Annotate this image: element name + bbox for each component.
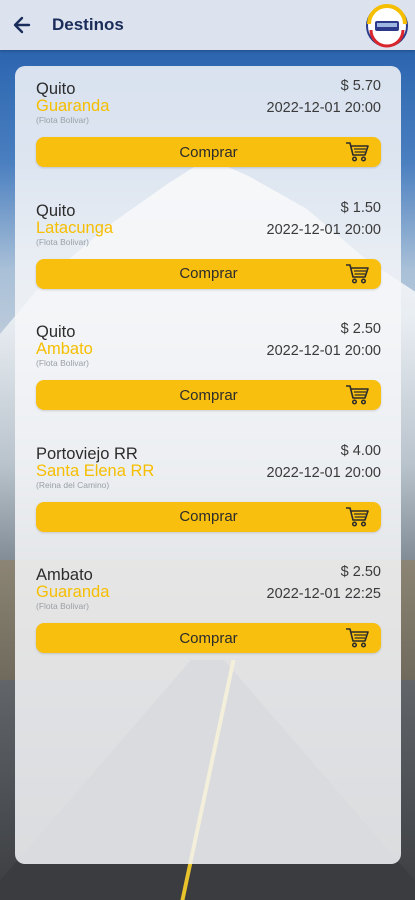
trip-datetime: 2022-12-01 20:00 bbox=[266, 221, 382, 238]
buy-button[interactable]: Comprar bbox=[36, 380, 381, 410]
trip-price: $ 2.50 bbox=[340, 321, 381, 337]
buy-button-label: Comprar bbox=[179, 386, 238, 404]
buy-button[interactable]: Comprar bbox=[36, 501, 381, 532]
buy-button-label: Comprar bbox=[179, 265, 238, 282]
back-button[interactable] bbox=[0, 0, 44, 50]
buy-button[interactable]: Comprar bbox=[36, 258, 381, 289]
trip-company: (Flota Bolivar) bbox=[36, 358, 89, 368]
arrow-left-icon bbox=[13, 16, 31, 34]
trip-item: Portoviejo RR Santa Elena RR (Reina del … bbox=[15, 431, 401, 553]
trip-company: (Reina del Camino) bbox=[36, 479, 110, 490]
trip-item: Ambato Guaranda (Flota Bolivar) $ 2.50 2… bbox=[15, 552, 401, 674]
buy-button-label: Comprar bbox=[179, 629, 238, 647]
trip-item: Quito Latacunga (Flota Bolivar) $ 1.50 2… bbox=[15, 188, 401, 310]
trip-destination: Guaranda bbox=[36, 97, 110, 115]
trip-destination: Guaranda bbox=[36, 583, 110, 601]
shopping-cart-icon bbox=[346, 506, 369, 527]
trip-datetime: 2022-12-01 20:00 bbox=[266, 464, 382, 481]
shopping-cart-icon bbox=[346, 142, 369, 162]
trip-destination: Santa Elena RR bbox=[36, 461, 155, 480]
buy-button[interactable]: Comprar bbox=[36, 137, 381, 167]
trip-company: (Flota Bolivar) bbox=[36, 601, 89, 611]
trip-datetime: 2022-12-01 22:25 bbox=[266, 586, 382, 602]
shopping-cart-icon bbox=[346, 385, 369, 405]
trip-datetime: 2022-12-01 20:00 bbox=[266, 100, 382, 116]
trip-price: $ 1.50 bbox=[340, 199, 381, 216]
shopping-cart-icon bbox=[346, 628, 369, 648]
company-logo bbox=[366, 4, 408, 48]
trip-datetime: 2022-12-01 20:00 bbox=[266, 343, 382, 359]
buy-button-label: Comprar bbox=[179, 508, 238, 525]
buy-button[interactable]: Comprar bbox=[36, 623, 381, 653]
trips-list: Quito Guaranda (Flota Bolivar) $ 5.70 20… bbox=[15, 66, 401, 864]
trip-item: Quito Guaranda (Flota Bolivar) $ 5.70 20… bbox=[15, 66, 401, 188]
trip-destination: Latacunga bbox=[36, 218, 114, 237]
trip-price: $ 5.70 bbox=[340, 78, 381, 94]
app-header: Destinos bbox=[0, 0, 415, 50]
trip-destination: Ambato bbox=[36, 340, 93, 358]
trip-company: (Flota Bolivar) bbox=[36, 236, 89, 247]
buy-button-label: Comprar bbox=[179, 143, 238, 161]
trip-company: (Flota Bolivar) bbox=[36, 115, 89, 125]
shopping-cart-icon bbox=[346, 263, 369, 284]
trip-item: Quito Ambato (Flota Bolivar) $ 2.50 2022… bbox=[15, 309, 401, 431]
trip-price: $ 2.50 bbox=[340, 564, 381, 580]
page-title: Destinos bbox=[52, 15, 124, 34]
trip-price: $ 4.00 bbox=[340, 442, 381, 459]
